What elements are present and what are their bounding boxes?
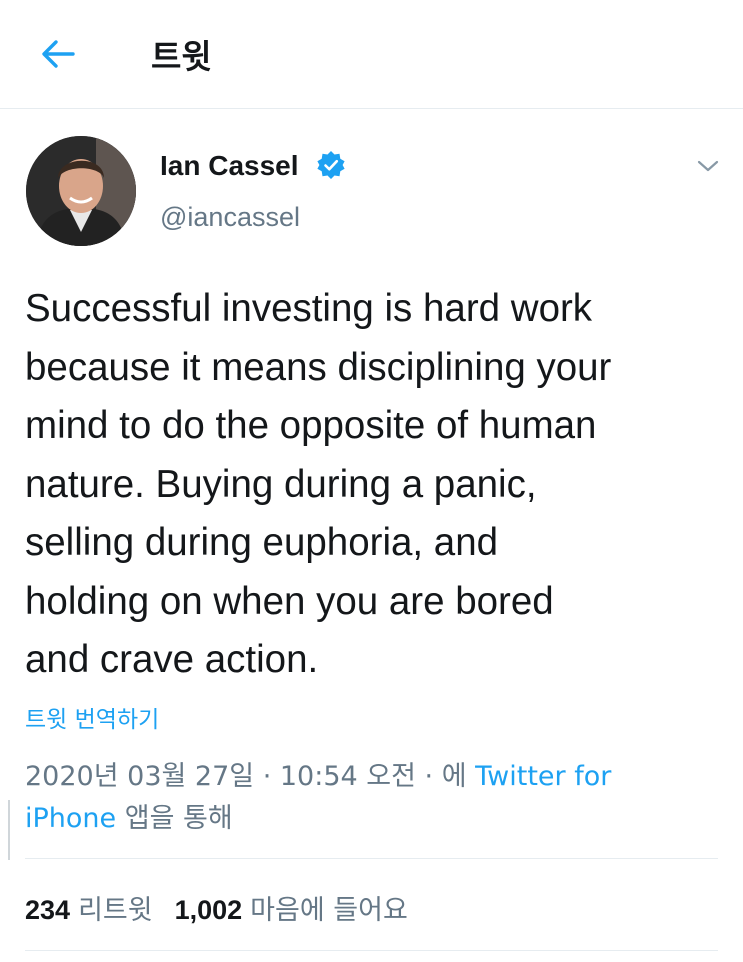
like-stat[interactable]: 1,002 마음에 들어요 xyxy=(175,888,408,927)
tweet-metadata: 2020년 03월 27일 · 10:54 오전 · 에 Twitter for… xyxy=(25,756,715,840)
source-app-link-cont[interactable]: iPhone xyxy=(25,803,116,834)
verified-badge-icon xyxy=(317,151,345,179)
author-handle[interactable]: @iancassel xyxy=(160,202,300,233)
avatar[interactable] xyxy=(26,136,136,246)
chevron-down-icon xyxy=(697,160,719,172)
page-title: 트윗 xyxy=(151,37,212,76)
like-count: 1,002 xyxy=(174,895,243,925)
scroll-edge xyxy=(8,800,10,860)
tweet-text: Successful investing is hard work becaus… xyxy=(25,287,612,681)
tweet-time: 10:54 오전 xyxy=(279,761,416,792)
tweet-date: 2020년 03월 27일 xyxy=(25,761,255,792)
meta-separator: · xyxy=(254,761,280,792)
engagement-stats: 234 리트윗 1,002 마음에 들어요 xyxy=(25,888,408,927)
divider xyxy=(25,950,718,951)
retweet-count: 234 xyxy=(25,895,71,925)
back-button[interactable] xyxy=(36,34,80,74)
arrow-left-icon xyxy=(42,40,75,68)
tweet-menu-button[interactable] xyxy=(692,150,724,182)
meta-separator: · xyxy=(415,761,442,792)
like-label: 마음에 들어요 xyxy=(250,895,408,926)
translate-tweet-link[interactable]: 트윗 번역하기 xyxy=(25,700,159,734)
retweet-label: 리트윗 xyxy=(78,895,153,926)
divider xyxy=(25,858,718,859)
source-app-link[interactable]: Twitter for xyxy=(475,761,611,792)
via-prefix: 에 xyxy=(441,761,476,792)
top-bar: 트윗 xyxy=(0,0,743,109)
author-display-name[interactable]: Ian Cassel xyxy=(160,150,299,182)
via-suffix: 앱을 통해 xyxy=(116,803,233,834)
retweet-stat[interactable]: 234 리트윗 xyxy=(25,888,153,927)
